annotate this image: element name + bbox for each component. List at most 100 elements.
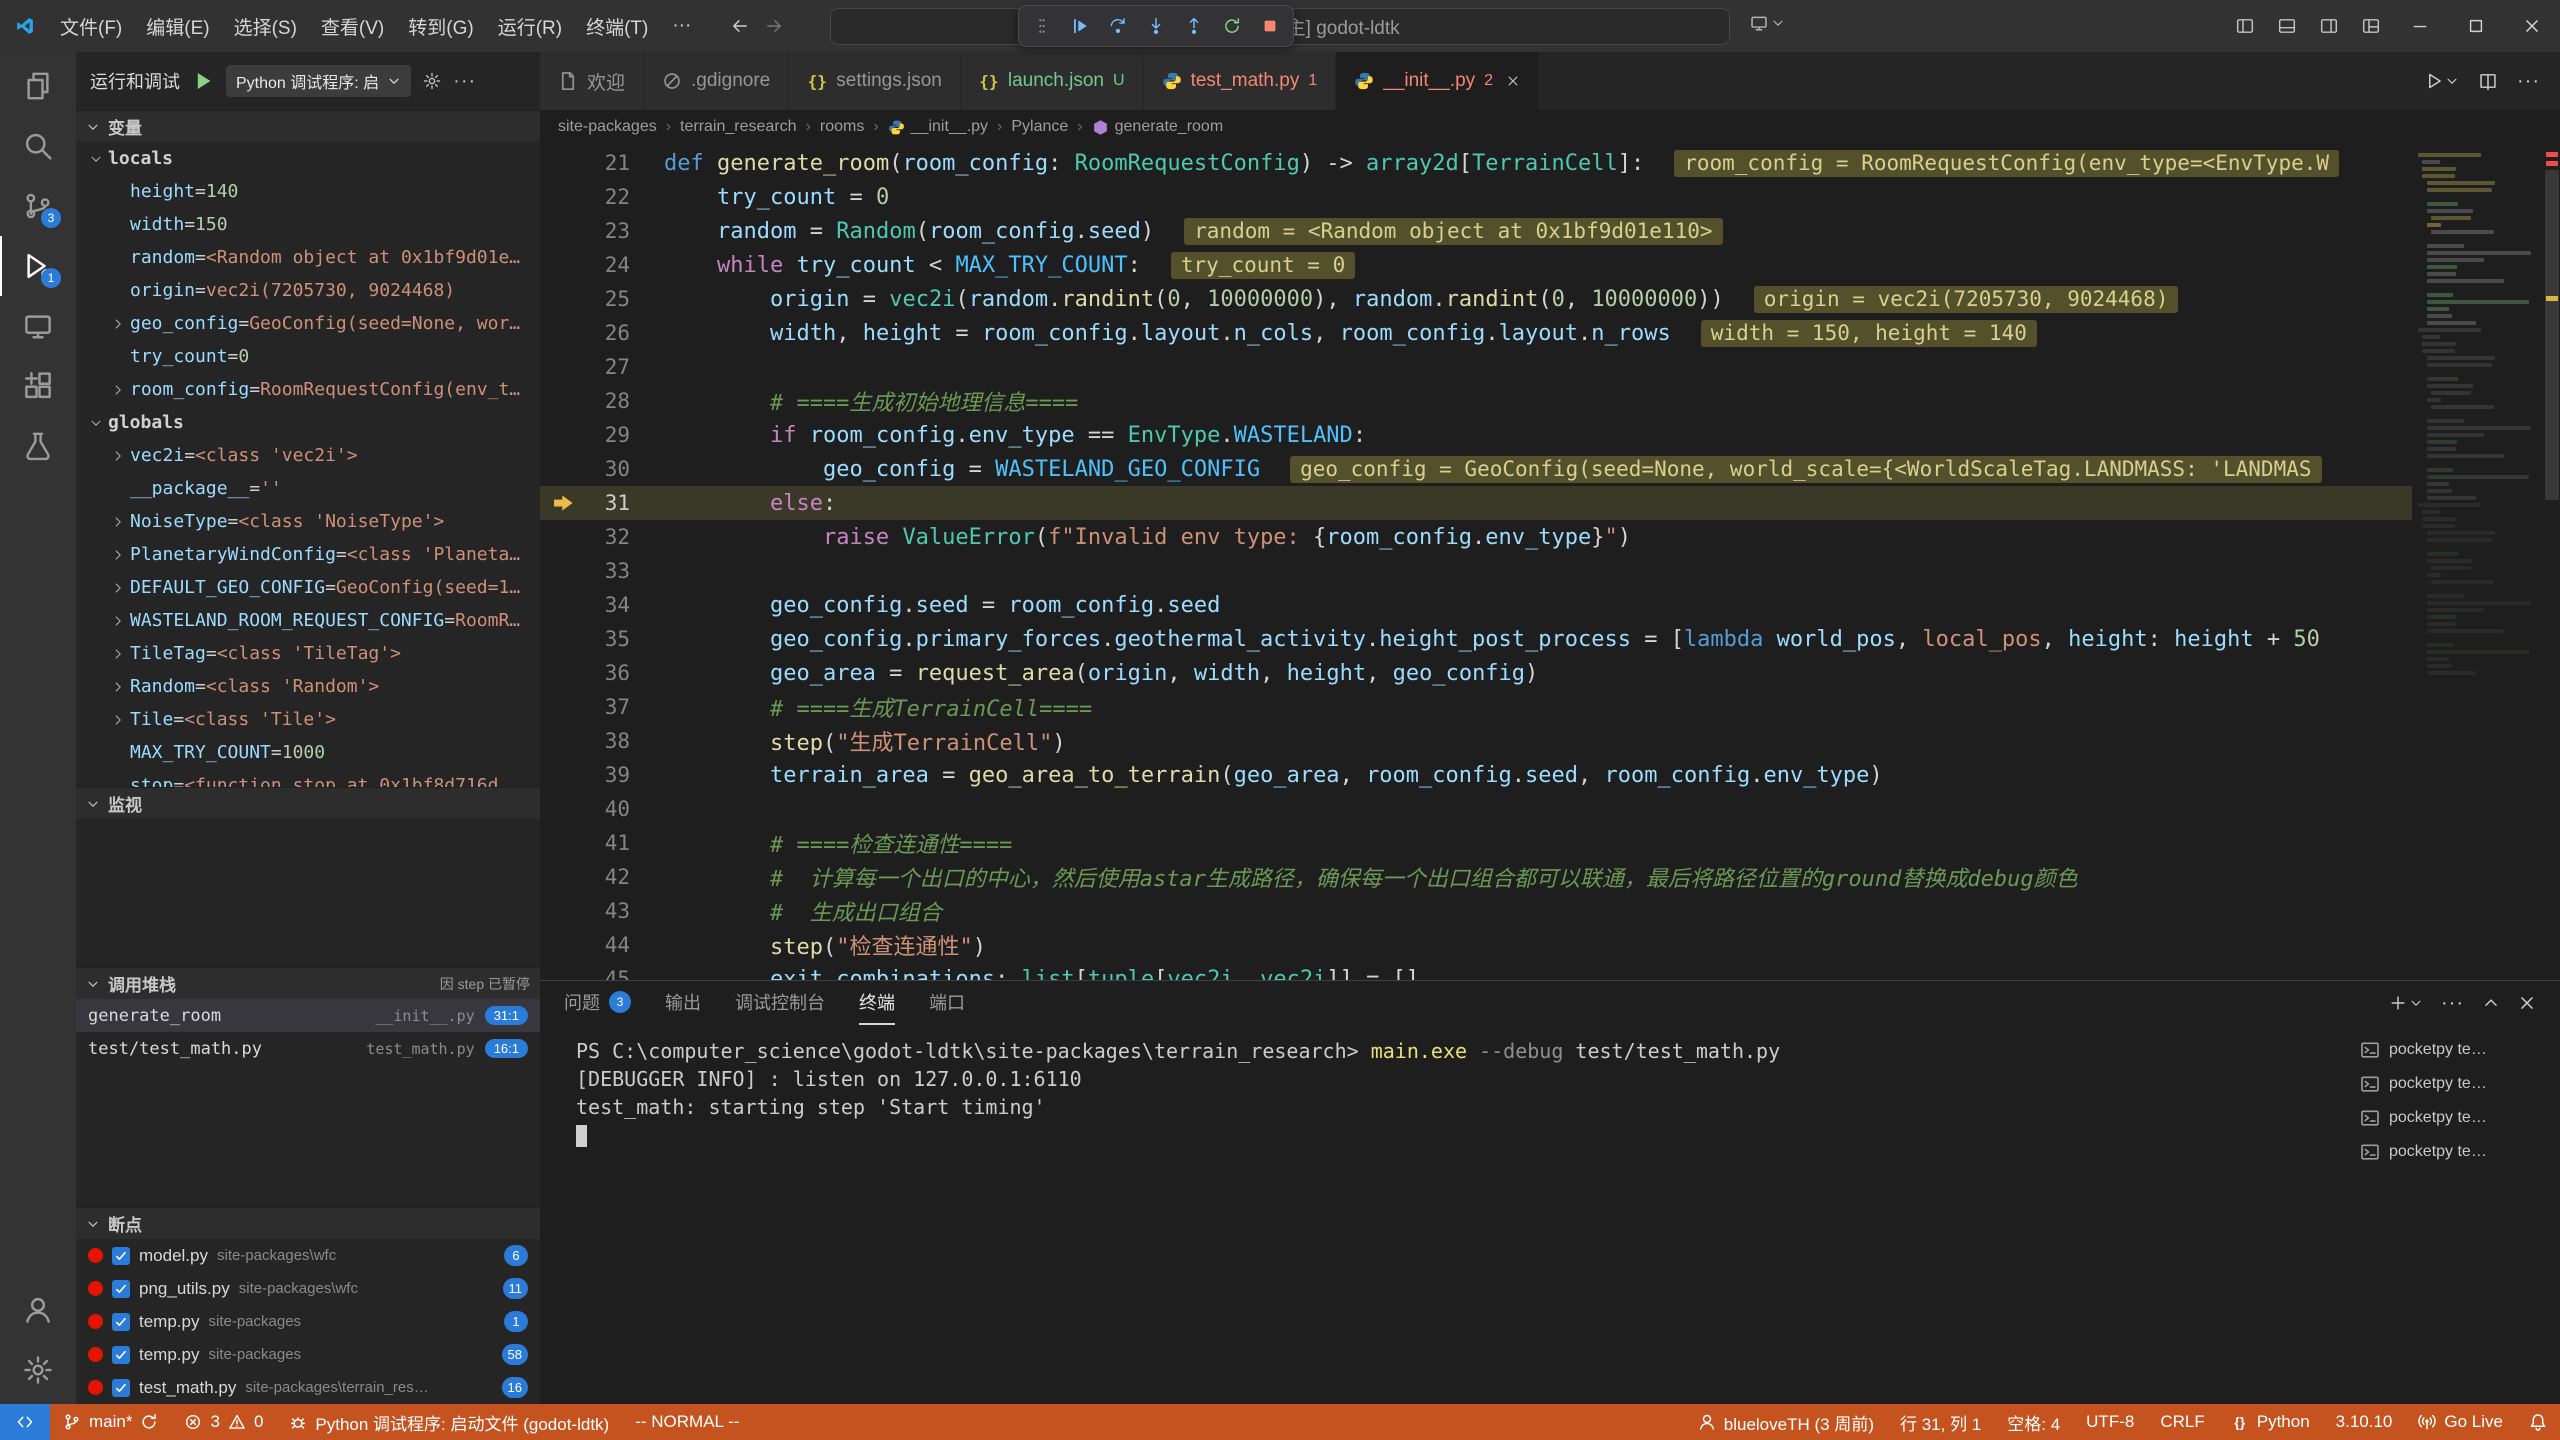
settings-button[interactable] [0, 1340, 76, 1400]
gutter[interactable]: 28 [540, 384, 664, 418]
breadcrumb-item-2[interactable]: rooms [820, 118, 864, 136]
terminal-output[interactable]: PS C:\computer_science\godot-ldtk\site-p… [540, 1025, 2350, 1404]
variable-row[interactable]: stop = <function stop at 0x1bf8d716d… [76, 769, 540, 787]
breakpoint-checkbox[interactable] [112, 1379, 130, 1397]
editor-tab-5[interactable]: __init__.py2 [1336, 52, 1539, 110]
variable-row[interactable]: NoiseType = <class 'NoiseType'> [76, 505, 540, 538]
menu-item-2[interactable]: 选择(S) [222, 8, 309, 45]
terminal-list-item-3[interactable]: pocketpy te… [2350, 1135, 2560, 1169]
gutter[interactable]: 45 [540, 962, 664, 980]
menu-item-0[interactable]: 文件(F) [48, 8, 134, 45]
scope-locals[interactable]: locals [76, 142, 540, 175]
gutter[interactable]: 29 [540, 418, 664, 452]
menu-item-4[interactable]: 转到(G) [396, 8, 485, 45]
variable-row[interactable]: width = 150 [76, 208, 540, 241]
menu-item-6[interactable]: 终端(T) [574, 8, 660, 45]
variable-row[interactable]: random = <Random object at 0x1bf9d01e… [76, 241, 540, 274]
terminal-list-item-1[interactable]: pocketpy te… [2350, 1067, 2560, 1101]
terminal-list-item-0[interactable]: pocketpy te… [2350, 1033, 2560, 1067]
debug-stop-button[interactable] [1261, 17, 1279, 35]
drag-handle-icon[interactable] [1033, 17, 1051, 35]
breakpoint-row-3[interactable]: temp.pysite-packages58 [76, 1338, 540, 1371]
scope-globals[interactable]: globals [76, 406, 540, 439]
close-window-button[interactable] [2504, 0, 2560, 52]
go-live[interactable]: Go Live [2405, 1404, 2516, 1440]
gutter[interactable]: 35 [540, 622, 664, 656]
code-line-30[interactable]: 30 geo_config = WASTELAND_GEO_CONFIGgeo_… [540, 452, 2560, 486]
variable-row[interactable]: vec2i = <class 'vec2i'> [76, 439, 540, 472]
more-actions-button[interactable]: ··· [453, 70, 476, 93]
code-line-24[interactable]: 24 while try_count < MAX_TRY_COUNT:try_c… [540, 248, 2560, 282]
remote-window-menu[interactable] [1750, 14, 1785, 32]
editor-tab-4[interactable]: test_math.py1 [1144, 52, 1337, 110]
gutter[interactable]: 32 [540, 520, 664, 554]
python-version[interactable]: 3.10.10 [2323, 1404, 2406, 1440]
menu-item-1[interactable]: 编辑(E) [134, 8, 221, 45]
section-callstack[interactable]: 调用堆栈 因 step 已暂停 [76, 967, 540, 999]
toggle-sidebar-button[interactable] [2224, 0, 2266, 52]
problems-summary[interactable]: 30 [171, 1404, 276, 1440]
code-line-26[interactable]: 26 width, height = room_config.layout.n_… [540, 316, 2560, 350]
minimize-button[interactable] [2392, 0, 2448, 52]
code-line-38[interactable]: 38 step("生成TerrainCell") [540, 724, 2560, 758]
code-line-43[interactable]: 43 # 生成出口组合 [540, 894, 2560, 928]
section-variables[interactable]: 变量 [76, 110, 540, 142]
debug-step-into-button[interactable] [1147, 17, 1165, 35]
breakpoint-checkbox[interactable] [112, 1247, 130, 1265]
variable-row[interactable]: PlanetaryWindConfig = <class 'Planeta… [76, 538, 540, 571]
close-tab-icon[interactable] [1506, 74, 1520, 88]
gutter[interactable]: 42 [540, 860, 664, 894]
activity-source-control[interactable]: 3 [0, 176, 76, 236]
gutter[interactable]: 26 [540, 316, 664, 350]
code-line-35[interactable]: 35 geo_config.primary_forces.geothermal_… [540, 622, 2560, 656]
gutter[interactable]: 34 [540, 588, 664, 622]
variable-row[interactable]: WASTELAND_ROOM_REQUEST_CONFIG = RoomR… [76, 604, 540, 637]
code-line-45[interactable]: 45 exit_combinations: list[tuple[vec2i, … [540, 962, 2560, 980]
activity-search[interactable] [0, 116, 76, 176]
toggle-panel-button[interactable] [2266, 0, 2308, 52]
variable-row[interactable]: TileTag = <class 'TileTag'> [76, 637, 540, 670]
breakpoint-checkbox[interactable] [112, 1280, 130, 1298]
panel-tab-3[interactable]: 终端 [859, 981, 895, 1025]
code-line-25[interactable]: 25 origin = vec2i(random.randint(0, 1000… [540, 282, 2560, 316]
language-mode[interactable]: {}Python [2218, 1404, 2323, 1440]
gutter[interactable]: 25 [540, 282, 664, 316]
code-line-34[interactable]: 34 geo_config.seed = room_config.seed [540, 588, 2560, 622]
variable-row[interactable]: Tile = <class 'Tile'> [76, 703, 540, 736]
editor-tab-2[interactable]: {}settings.json [789, 52, 961, 110]
close-panel-button[interactable] [2518, 994, 2536, 1012]
breadcrumb-item-3[interactable]: __init__.py [888, 118, 988, 136]
scrollbar-thumb[interactable] [2545, 170, 2559, 500]
activity-run-debug[interactable]: 1 [0, 236, 76, 296]
minimap[interactable] [2412, 144, 2544, 980]
start-debugging-button[interactable] [192, 70, 214, 92]
variable-row[interactable]: DEFAULT_GEO_CONFIG = GeoConfig(seed=1… [76, 571, 540, 604]
code-line-31[interactable]: 31 else: [540, 486, 2560, 520]
variable-row[interactable]: try_count = 0 [76, 340, 540, 373]
encoding[interactable]: UTF-8 [2073, 1404, 2147, 1440]
notifications[interactable] [2516, 1404, 2560, 1440]
debug-step-over-button[interactable] [1109, 17, 1127, 35]
debug-restart-button[interactable] [1223, 17, 1241, 35]
editor[interactable]: 21def generate_room(room_config: RoomReq… [540, 144, 2560, 980]
vim-mode[interactable]: -- NORMAL -- [622, 1404, 752, 1440]
variable-row[interactable]: Random = <class 'Random'> [76, 670, 540, 703]
panel-tab-4[interactable]: 端口 [929, 981, 965, 1025]
gutter[interactable]: 33 [540, 554, 664, 588]
run-python-file-button[interactable] [2425, 72, 2459, 90]
breakpoint-checkbox[interactable] [112, 1346, 130, 1364]
code-line-23[interactable]: 23 random = Random(room_config.seed)rand… [540, 214, 2560, 248]
gutter[interactable]: 22 [540, 180, 664, 214]
back-icon[interactable] [731, 17, 749, 35]
menu-item-3[interactable]: 查看(V) [309, 8, 396, 45]
toggle-secondary-sidebar-button[interactable] [2308, 0, 2350, 52]
gutter[interactable]: 43 [540, 894, 664, 928]
variable-row[interactable]: geo_config = GeoConfig(seed=None, wor… [76, 307, 540, 340]
menu-item-5[interactable]: 运行(R) [486, 8, 574, 45]
new-terminal-button[interactable] [2389, 994, 2423, 1012]
editor-scrollbar[interactable] [2544, 144, 2560, 980]
breakpoint-row-0[interactable]: model.pysite-packages\wfc6 [76, 1239, 540, 1272]
breadcrumb-item-1[interactable]: terrain_research [680, 118, 797, 136]
maximize-button[interactable] [2448, 0, 2504, 52]
code-line-36[interactable]: 36 geo_area = request_area(origin, width… [540, 656, 2560, 690]
